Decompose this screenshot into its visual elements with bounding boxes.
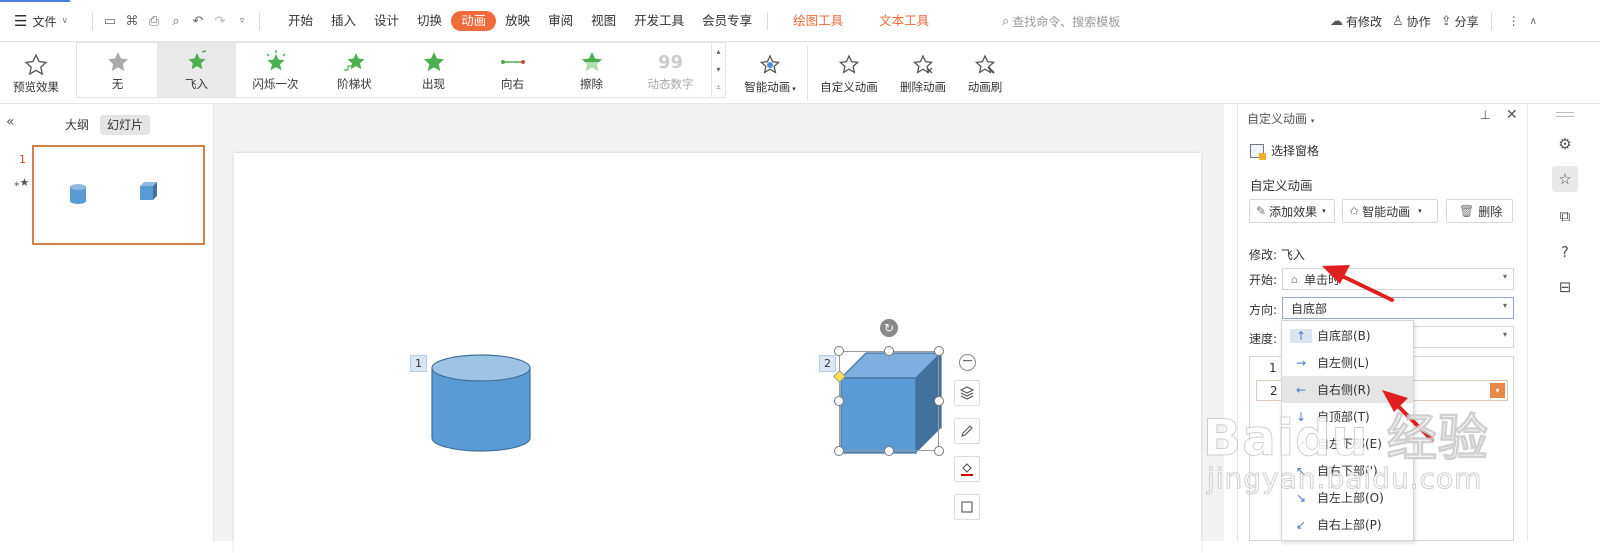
baidu-watermark-url: jingyan.baidu.com [1206, 462, 1483, 496]
red-arrow-icon [1322, 265, 1394, 302]
baidu-watermark-logo: Baidu 经验 [1203, 409, 1489, 468]
